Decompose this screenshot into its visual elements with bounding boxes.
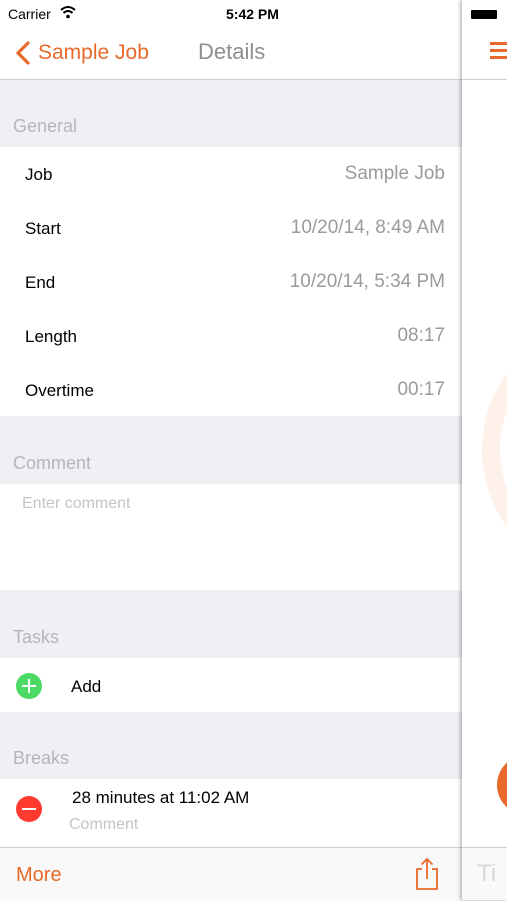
job-value: Sample Job: [344, 163, 445, 184]
wifi-icon: [60, 6, 76, 19]
end-label: End: [25, 273, 56, 292]
breaks-header-label: Breaks: [13, 748, 70, 768]
start-label: Start: [25, 219, 61, 238]
break-comment-field[interactable]: Comment: [69, 816, 138, 834]
bottom-toolbar: More: [0, 847, 462, 901]
job-row[interactable]: Job Sample Job: [0, 147, 462, 201]
timer-ring: [482, 320, 507, 580]
details-panel: Carrier 5:42 PM Sample Job Details Gener…: [0, 0, 462, 901]
length-value: 08:17: [397, 325, 445, 346]
overtime-value: 00:17: [397, 379, 445, 400]
back-button-label: Sample Job: [38, 41, 149, 64]
comment-placeholder: Enter comment: [22, 495, 131, 512]
navigation-bar: Sample Job Details: [0, 30, 462, 80]
peek-bottom-label: Ti: [477, 860, 497, 887]
end-value: 10/20/14, 5:34 PM: [289, 271, 445, 292]
start-value: 10/20/14, 8:49 AM: [290, 217, 445, 238]
divider: [462, 79, 507, 80]
hamburger-icon[interactable]: [490, 40, 507, 60]
page-title: Details: [198, 39, 266, 64]
tasks-section-header: Tasks: [0, 590, 462, 658]
add-task-row[interactable]: Add: [0, 658, 462, 712]
overtime-row: Overtime 00:17: [0, 363, 462, 417]
peek-bottom-bar: Ti: [462, 847, 507, 900]
start-row[interactable]: Start 10/20/14, 8:49 AM: [0, 201, 462, 255]
back-button[interactable]: Sample Job: [14, 38, 149, 68]
breaks-section-header: Breaks: [0, 712, 462, 779]
minus-circle-icon[interactable]: [16, 796, 42, 822]
more-button[interactable]: More: [16, 864, 62, 887]
side-panel-peek[interactable]: Ti: [462, 0, 507, 900]
length-row: Length 08:17: [0, 309, 462, 363]
clock-label: 5:42 PM: [226, 6, 279, 22]
length-label: Length: [25, 327, 77, 346]
plus-circle-icon[interactable]: [16, 673, 42, 699]
comment-field[interactable]: Enter comment: [0, 484, 462, 590]
chevron-left-icon: [16, 41, 30, 65]
general-header-label: General: [13, 116, 78, 136]
job-label: Job: [25, 165, 53, 184]
carrier-label: Carrier: [8, 6, 51, 22]
general-group: Job Sample Job Start 10/20/14, 8:49 AM E…: [0, 147, 462, 416]
screen: Carrier 5:42 PM Sample Job Details Gener…: [0, 0, 507, 901]
break-item[interactable]: 28 minutes at 11:02 AM Comment: [0, 779, 462, 847]
comment-section-header: Comment: [0, 416, 462, 484]
status-bar: Carrier 5:42 PM: [0, 0, 462, 30]
add-task-label: Add: [71, 677, 102, 696]
break-time-label: 28 minutes at 11:02 AM: [72, 788, 250, 807]
battery-icon: [471, 10, 497, 19]
start-timer-button[interactable]: [497, 755, 507, 815]
tasks-header-label: Tasks: [13, 627, 60, 647]
general-section-header: General: [0, 80, 462, 147]
overtime-label: Overtime: [25, 381, 94, 400]
share-icon[interactable]: [413, 857, 441, 891]
comment-header-label: Comment: [13, 453, 92, 473]
end-row[interactable]: End 10/20/14, 5:34 PM: [0, 255, 462, 309]
